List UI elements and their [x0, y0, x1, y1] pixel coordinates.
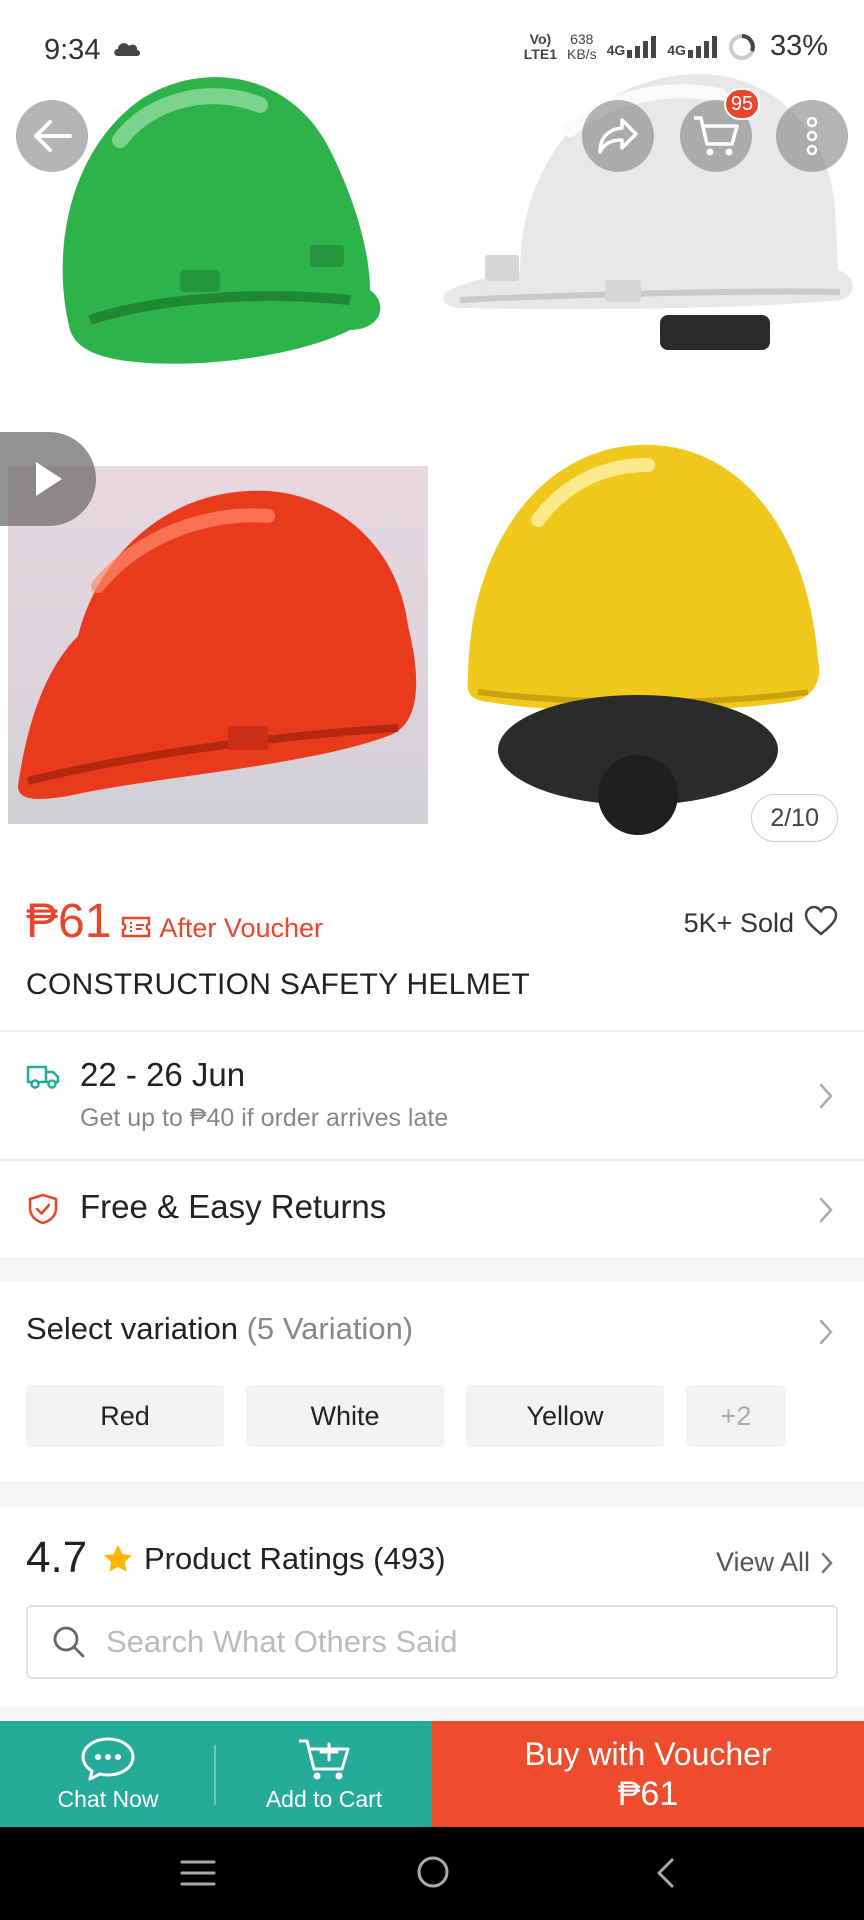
share-button[interactable] [582, 100, 654, 172]
ratings-section: 4.7 Product Ratings (493) View All [0, 1507, 864, 1707]
arrow-left-icon [34, 120, 72, 152]
status-time: 9:34 [44, 34, 101, 66]
buy-price: ₱61 [617, 1775, 679, 1813]
bottom-action-bar: Chat Now Add to Cart Buy with Voucher ₱6… [0, 1721, 864, 1827]
chat-now-label: Chat Now [57, 1785, 159, 1812]
battery-percent: 33% [769, 30, 828, 62]
variation-title: Select variation (5 Variation) [26, 1311, 414, 1346]
cart-button[interactable]: 95 [680, 88, 760, 172]
more-vertical-icon [806, 116, 818, 156]
system-navigation-bar [0, 1827, 864, 1920]
delivery-date: 22 - 26 Jun [80, 1056, 246, 1093]
home-icon[interactable] [416, 1855, 450, 1889]
back-nav-icon[interactable] [654, 1857, 676, 1889]
status-indicators: Vo) LTE1 638 KB/s 4G 4G 33% [524, 30, 828, 63]
status-bar: 9:34 Vo) LTE1 638 KB/s 4G 4G 33% [0, 0, 864, 100]
cloud-icon [114, 43, 140, 56]
signal-icon: 4G [607, 35, 658, 58]
variation-more[interactable]: +2 [686, 1385, 786, 1447]
delivery-row[interactable] [0, 1031, 864, 1159]
variation-option-red[interactable]: Red [26, 1385, 224, 1447]
network-speed: 638 KB/s [567, 30, 597, 62]
play-video-button[interactable] [0, 432, 96, 526]
buy-label: Buy with Voucher [524, 1736, 772, 1772]
battery-icon [728, 33, 755, 60]
after-voucher-label: After Voucher [159, 913, 324, 943]
view-all-ratings-link[interactable]: View All [716, 1547, 810, 1578]
image-counter: 2/10 [751, 794, 838, 842]
star-icon [104, 1545, 132, 1572]
more-options-button[interactable] [776, 100, 848, 172]
menu-icon[interactable] [180, 1859, 216, 1887]
chevron-right-icon [819, 1319, 833, 1345]
sold-count: 5K+ Sold [683, 908, 794, 938]
variation-count: (5 Variation) [246, 1311, 414, 1346]
chevron-right-icon [819, 1197, 833, 1223]
chat-bubble-icon [81, 1737, 135, 1780]
ratings-label: Product Ratings (493) [144, 1541, 446, 1576]
variation-option-yellow[interactable]: Yellow [466, 1385, 664, 1447]
returns-label: Free & Easy Returns [80, 1188, 387, 1225]
shield-check-icon [28, 1193, 58, 1225]
share-icon [598, 118, 638, 154]
cart-count-badge: 95 [724, 88, 760, 120]
cart-icon [694, 116, 739, 156]
add-cart-icon [299, 1739, 350, 1779]
price: ₱61 [26, 895, 112, 948]
product-title: CONSTRUCTION SAFETY HELMET [26, 968, 530, 1001]
signal-icon: 4G [667, 35, 718, 58]
truck-icon [26, 1065, 60, 1089]
review-search-input[interactable] [106, 1624, 806, 1660]
volte-indicator: Vo) LTE1 [523, 30, 557, 62]
chevron-right-icon [819, 1083, 833, 1109]
variation-options: Red White Yellow +2 [26, 1385, 786, 1447]
voucher-icon [122, 916, 151, 938]
late-delivery-guarantee: Get up to ₱40 if order arrives late [80, 1104, 449, 1132]
chevron-right-icon [821, 1552, 833, 1574]
variation-section[interactable]: Select variation (5 Variation) Red White… [0, 1281, 864, 1481]
yellow-helmet-image [467, 444, 820, 835]
product-info-section: ₱61 After Voucher 5K+ Sold CONSTRUCTION … [0, 860, 864, 1257]
back-button[interactable] [16, 100, 88, 172]
review-search-box[interactable] [26, 1605, 838, 1679]
add-to-cart-label: Add to Cart [265, 1785, 383, 1812]
chat-now-button[interactable]: Chat Now [0, 1721, 216, 1827]
rating-score: 4.7 [26, 1533, 88, 1582]
variation-option-white[interactable]: White [246, 1385, 444, 1447]
buy-with-voucher-button[interactable]: Buy with Voucher ₱61 [432, 1721, 864, 1827]
heart-icon[interactable] [804, 906, 838, 936]
add-to-cart-button[interactable]: Add to Cart [216, 1721, 432, 1827]
play-icon [36, 462, 62, 496]
price-row: ₱61 After Voucher [26, 894, 323, 949]
product-image-gallery[interactable]: 9:34 Vo) LTE1 638 KB/s 4G 4G 33% 95 2/10 [0, 0, 864, 860]
search-icon [53, 1626, 85, 1658]
